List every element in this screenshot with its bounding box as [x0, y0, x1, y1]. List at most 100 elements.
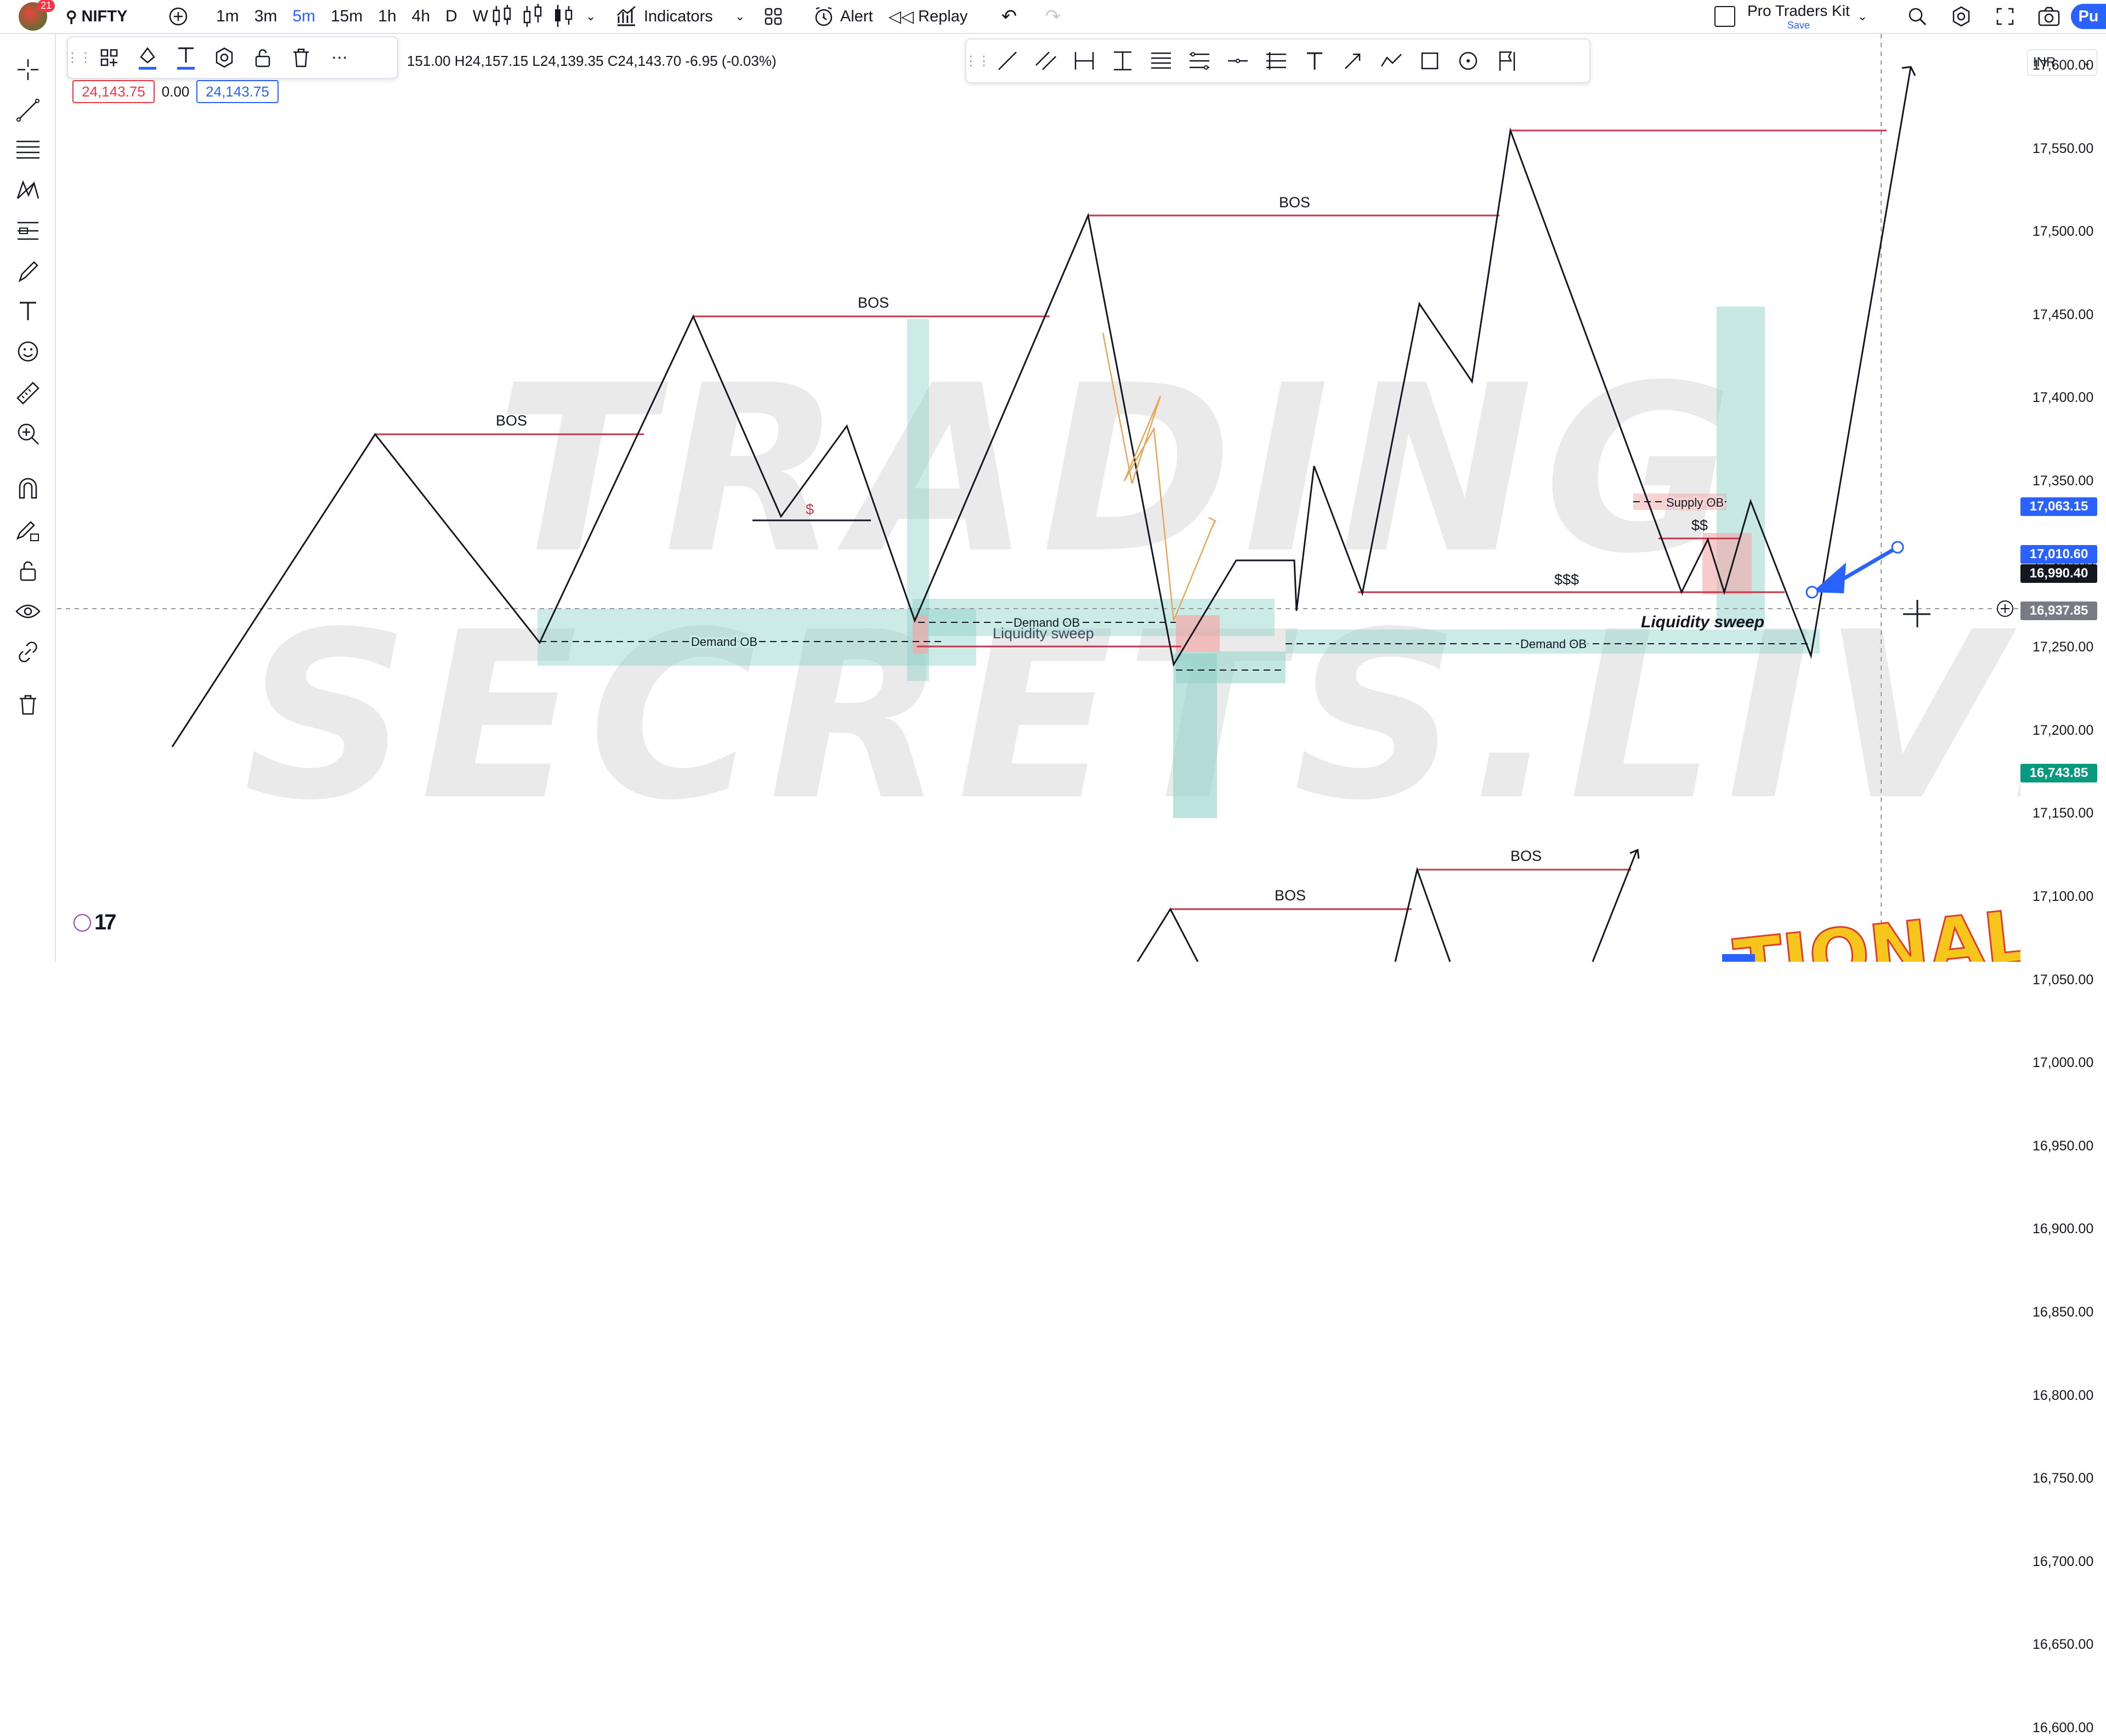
- teal-zone-3[interactable]: [1176, 651, 1286, 683]
- fav-circle[interactable]: [1449, 42, 1487, 80]
- fav-fib[interactable]: [1142, 42, 1180, 80]
- zoom-in-tool[interactable]: [14, 420, 42, 447]
- quick-search-button[interactable]: [1895, 0, 1939, 33]
- settings-button[interactable]: [205, 38, 244, 77]
- publish-button[interactable]: Pu: [2071, 4, 2106, 29]
- add-alert-icon[interactable]: [1997, 600, 2013, 617]
- pattern-tool[interactable]: [14, 177, 42, 204]
- fav-date-range[interactable]: [1065, 42, 1103, 80]
- plus-circle-icon: [169, 7, 188, 26]
- template-icon: [100, 49, 118, 66]
- lock-drawings-tool[interactable]: [14, 557, 42, 585]
- remove-drawings-tool[interactable]: [14, 691, 42, 718]
- fav-fib-channel[interactable]: [1180, 42, 1219, 80]
- arrow-handle-end[interactable]: [1805, 586, 1819, 599]
- price-tick: 16,950.00: [2033, 1138, 2094, 1154]
- interval-1m[interactable]: 1m: [208, 7, 247, 26]
- fib-tool[interactable]: [14, 136, 42, 163]
- interval-4h[interactable]: 4h: [404, 7, 438, 26]
- brush-tool[interactable]: [14, 258, 42, 285]
- red-zone-2[interactable]: [1176, 615, 1220, 651]
- fav-arrow[interactable]: [1334, 42, 1372, 80]
- heikin-ashi-icon[interactable]: [550, 3, 580, 30]
- layout-grid-button[interactable]: [762, 0, 801, 33]
- fav-path[interactable]: [1372, 42, 1411, 80]
- more-button[interactable]: ⋯: [320, 38, 359, 77]
- layout-menu[interactable]: Pro Traders Kit Save ⌄: [1714, 0, 1895, 33]
- sell-price-box[interactable]: 24,143.75: [72, 80, 155, 103]
- levels-icon: [1266, 52, 1286, 70]
- candles-icon[interactable]: [488, 3, 519, 30]
- interval-1h[interactable]: 1h: [370, 7, 404, 26]
- drag-handle[interactable]: ⋮⋮: [964, 42, 990, 80]
- emoji-tool[interactable]: [14, 338, 42, 365]
- delete-button[interactable]: [282, 38, 320, 77]
- hide-drawings-tool[interactable]: [14, 598, 42, 625]
- indicators-button[interactable]: Indicators: [614, 0, 735, 33]
- interval-5m[interactable]: 5m: [285, 7, 323, 26]
- fav-flag[interactable]: [1487, 42, 1526, 80]
- fav-horizontal-ray[interactable]: [1219, 42, 1257, 80]
- rewind-icon: ◁◁: [888, 7, 914, 26]
- favorite-drawings-toolbar: ⋮⋮: [964, 38, 1590, 83]
- forecast-tool[interactable]: [14, 217, 42, 245]
- magnet-icon: [19, 478, 37, 499]
- fav-price-range[interactable]: [1103, 42, 1142, 80]
- ohlc-legend: 151.00 H24,157.15 L24,139.35 C24,143.70 …: [407, 53, 777, 69]
- fullscreen-button[interactable]: [1983, 0, 2027, 33]
- profile-avatar[interactable]: 21: [0, 0, 66, 33]
- crosshair-tool[interactable]: [14, 56, 42, 83]
- fav-parallel-channel[interactable]: [1027, 42, 1065, 80]
- undo-icon: ↶: [1001, 6, 1017, 27]
- chart-canvas[interactable]: TRADING SECRETS.LIVE BOS BOS BOS BOS BOS…: [57, 34, 2020, 962]
- alert-button[interactable]: Alert: [801, 0, 888, 33]
- rectangle-icon: [1421, 52, 1439, 70]
- price-label: 16,990.40: [2020, 564, 2097, 583]
- price-tick: 17,050.00: [2033, 972, 2094, 988]
- hollow-candles-icon[interactable]: [519, 3, 550, 30]
- fav-trend-line[interactable]: [988, 42, 1027, 80]
- interval-15m[interactable]: 15m: [323, 7, 370, 26]
- tradingview-logo[interactable]: 17: [73, 910, 116, 935]
- stay-drawing-tool[interactable]: [14, 517, 42, 544]
- text-tool[interactable]: [14, 297, 42, 325]
- dollar-one-label: $: [806, 501, 814, 518]
- replay-button[interactable]: ◁◁ Replay: [888, 0, 987, 33]
- lower-structure-line-2[interactable]: [1394, 866, 1451, 962]
- drag-handle[interactable]: ⋮⋮: [66, 38, 92, 77]
- fav-rectangle-levels[interactable]: [1257, 42, 1295, 80]
- interval-d[interactable]: D: [438, 7, 465, 26]
- gear-icon: [216, 47, 233, 68]
- interval-3m[interactable]: 3m: [247, 7, 285, 26]
- trend-line-tool[interactable]: [14, 97, 42, 124]
- fav-rectangle[interactable]: [1411, 42, 1449, 80]
- price-tick: 16,700.00: [2033, 1553, 2094, 1569]
- arrow-handle-start[interactable]: [1891, 541, 1904, 554]
- channel-icon: [1035, 52, 1056, 70]
- brush-icon: [18, 261, 38, 282]
- lower-structure-line-3[interactable]: [1592, 850, 1638, 962]
- symbol-search[interactable]: ⚲ NIFTY: [66, 0, 154, 33]
- checkbox-icon[interactable]: [1714, 6, 1735, 27]
- indicators-dropdown[interactable]: ⌄: [735, 0, 762, 33]
- undo-button[interactable]: ↶: [987, 0, 1031, 33]
- screenshot-button[interactable]: [2027, 0, 2071, 33]
- template-button[interactable]: [90, 38, 128, 77]
- price-axis[interactable]: INR ⌄ 17,600.00 17,550.00 17,500.00 17,450.…: [2020, 34, 2106, 1735]
- lock-button[interactable]: [244, 38, 282, 77]
- text-color-button[interactable]: [167, 38, 205, 77]
- price-tick: 16,900.00: [2033, 1221, 2094, 1237]
- trash-icon: [293, 48, 309, 67]
- magnet-tool[interactable]: [14, 475, 42, 502]
- compare-symbol-button[interactable]: [154, 0, 203, 33]
- redo-button[interactable]: ↷: [1031, 0, 1075, 33]
- ruler-tool[interactable]: [14, 379, 42, 407]
- buy-price-box[interactable]: 24,143.75: [196, 80, 279, 103]
- line-color-button[interactable]: [128, 38, 167, 77]
- fav-text[interactable]: [1295, 42, 1334, 80]
- chart-pane[interactable]: TRADING SECRETS.LIVE BOS BOS BOS BOS BOS…: [57, 34, 2020, 962]
- settings-button[interactable]: [1939, 0, 1983, 33]
- lower-structure-line[interactable]: [1136, 907, 1199, 962]
- sync-drawings-tool[interactable]: [14, 638, 42, 666]
- chevron-down-icon[interactable]: ⌄: [580, 9, 601, 24]
